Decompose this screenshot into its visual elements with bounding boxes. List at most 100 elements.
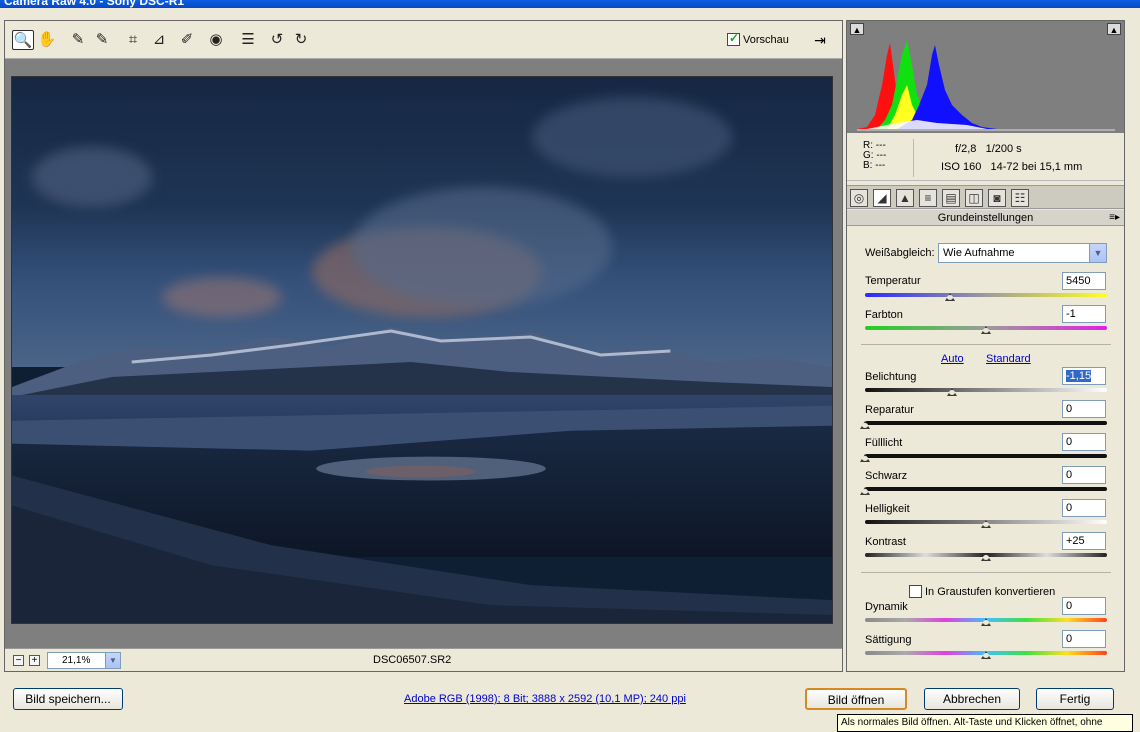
lens-info: ISO 160 14-72 bei 15,1 mm bbox=[941, 161, 1082, 173]
color-sampler-tool-icon[interactable]: ✎ bbox=[91, 30, 113, 50]
rgb-readout: R: --- G: --- B: --- bbox=[863, 141, 886, 171]
fill-light-value: 0 bbox=[1066, 436, 1073, 448]
temperature-value: 5450 bbox=[1066, 275, 1091, 287]
exposure-info: f/2,8 1/200 s bbox=[955, 143, 1022, 155]
fill-light-field[interactable]: 0 bbox=[1062, 433, 1106, 451]
temperature-field[interactable]: 5450 bbox=[1062, 272, 1106, 290]
panel-menu-icon[interactable]: ≡▸ bbox=[1109, 210, 1120, 226]
save-image-button[interactable]: Bild speichern... bbox=[13, 688, 123, 710]
preview-label: Vorschau bbox=[743, 33, 789, 46]
fill-light-slider-track[interactable] bbox=[865, 454, 1107, 458]
contrast-field[interactable]: +25 bbox=[1062, 532, 1106, 550]
done-button[interactable]: Fertig bbox=[1036, 688, 1114, 710]
straighten-tool-icon[interactable]: ⊿ bbox=[148, 30, 170, 50]
chevron-down-icon[interactable]: ▼ bbox=[105, 653, 120, 668]
crop-tool-icon[interactable]: ⌗ bbox=[122, 30, 144, 50]
tab-hsl-icon[interactable]: ≡ bbox=[919, 189, 937, 207]
contrast-slider-thumb[interactable] bbox=[981, 553, 991, 561]
preview-snowbank bbox=[12, 405, 832, 623]
tab-camera-calibration-icon[interactable]: ◙ bbox=[988, 189, 1006, 207]
auto-link[interactable]: Auto bbox=[941, 353, 964, 365]
tab-tone-curve-icon[interactable]: ◢ bbox=[873, 189, 891, 207]
panel-title: Grundeinstellungen ≡▸ bbox=[847, 210, 1124, 226]
tool-bar: 🔍 ✋ ✎ ✎ ⌗ ⊿ ✐ ◉ ☰ ↺ ↻ Vorschau ⇥ bbox=[5, 21, 842, 59]
brightness-slider-thumb[interactable] bbox=[981, 520, 991, 528]
rotate-left-icon[interactable]: ↺ bbox=[266, 30, 288, 50]
grayscale-checkbox[interactable]: In Graustufen konvertieren bbox=[909, 585, 1055, 598]
tab-detail-icon[interactable]: ▲ bbox=[896, 189, 914, 207]
aperture-value: f/2,8 bbox=[955, 143, 977, 155]
tint-field[interactable]: -1 bbox=[1062, 305, 1106, 323]
grayscale-checkbox-box[interactable] bbox=[909, 585, 922, 598]
blacks-slider-thumb[interactable] bbox=[860, 487, 870, 495]
preferences-icon[interactable]: ☰ bbox=[237, 30, 259, 50]
recovery-slider-thumb[interactable] bbox=[860, 421, 870, 429]
tooltip: Als normales Bild öffnen. Alt-Taste und … bbox=[837, 714, 1133, 732]
blacks-label: Schwarz bbox=[865, 470, 908, 482]
file-name: DSC06507.SR2 bbox=[373, 654, 452, 666]
zoom-out-button[interactable]: − bbox=[13, 655, 24, 666]
fill-light-slider-thumb[interactable] bbox=[860, 454, 870, 462]
workflow-options-link[interactable]: Adobe RGB (1998); 8 Bit; 3888 x 2592 (10… bbox=[404, 693, 686, 705]
retouch-tool-icon[interactable]: ✐ bbox=[176, 30, 198, 50]
white-balance-tool-icon[interactable]: ✎ bbox=[67, 30, 89, 50]
preview-status-bar: − + 21,1% ▼ DSC06507.SR2 bbox=[5, 648, 842, 671]
preview-pane: 🔍 ✋ ✎ ✎ ⌗ ⊿ ✐ ◉ ☰ ↺ ↻ Vorschau ⇥ bbox=[4, 20, 843, 672]
readout-divider bbox=[913, 139, 914, 177]
highlight-clipping-warning-icon[interactable]: ▲ bbox=[1107, 23, 1121, 35]
tab-basic-aperture-icon[interactable]: ◎ bbox=[850, 189, 868, 207]
chevron-down-icon[interactable]: ▼ bbox=[1089, 244, 1106, 262]
adjustments-pane: ▲ ▲ R: --- G: --- B: --- f/2,8 1/200 s I… bbox=[846, 20, 1125, 672]
tint-slider-thumb[interactable] bbox=[981, 326, 991, 334]
brightness-value: 0 bbox=[1066, 502, 1073, 514]
zoom-in-button[interactable]: + bbox=[29, 655, 40, 666]
open-image-button[interactable]: Bild öffnen bbox=[805, 688, 907, 710]
zoom-tool-icon[interactable]: 🔍 bbox=[12, 30, 34, 50]
fill-light-label: Fülllicht bbox=[865, 437, 903, 449]
vibrance-value: 0 bbox=[1066, 600, 1073, 612]
temperature-label: Temperatur bbox=[865, 275, 921, 287]
temperature-slider-thumb[interactable] bbox=[944, 293, 955, 301]
panel-tab-bar: ◎ ◢ ▲ ≡ ▤ ◫ ◙ ☷ bbox=[847, 185, 1124, 209]
recovery-value: 0 bbox=[1066, 403, 1073, 415]
image-preview[interactable] bbox=[11, 76, 833, 624]
shadow-clipping-warning-icon[interactable]: ▲ bbox=[850, 23, 864, 35]
cancel-button[interactable]: Abbrechen bbox=[924, 688, 1020, 710]
saturation-field[interactable]: 0 bbox=[1062, 630, 1106, 648]
section-divider bbox=[861, 572, 1111, 573]
contrast-value: +25 bbox=[1066, 535, 1085, 547]
fullscreen-toggle-icon[interactable]: ⇥ bbox=[810, 31, 830, 49]
hand-tool-icon[interactable]: ✋ bbox=[36, 30, 58, 50]
tab-presets-icon[interactable]: ☷ bbox=[1011, 189, 1029, 207]
saturation-slider-thumb[interactable] bbox=[981, 651, 991, 659]
exposure-slider-track[interactable] bbox=[865, 388, 1107, 392]
tint-label: Farbton bbox=[865, 309, 903, 321]
temperature-slider-track[interactable] bbox=[865, 293, 1107, 297]
basic-settings-panel: Weißabgleich: Wie Aufnahme ▼ Temperatur … bbox=[847, 227, 1124, 671]
vibrance-label: Dynamik bbox=[865, 601, 908, 613]
zoom-level-select[interactable]: 21,1% ▼ bbox=[47, 652, 121, 669]
zoom-level-value: 21,1% bbox=[62, 655, 91, 666]
grayscale-label: In Graustufen konvertieren bbox=[925, 585, 1056, 598]
brightness-field[interactable]: 0 bbox=[1062, 499, 1106, 517]
tab-split-toning-icon[interactable]: ▤ bbox=[942, 189, 960, 207]
tab-lens-corrections-icon[interactable]: ◫ bbox=[965, 189, 983, 207]
exposure-slider-thumb[interactable] bbox=[947, 388, 958, 396]
preview-checkbox[interactable]: Vorschau bbox=[727, 31, 789, 46]
vibrance-field[interactable]: 0 bbox=[1062, 597, 1106, 615]
recovery-field[interactable]: 0 bbox=[1062, 400, 1106, 418]
preview-checkbox-box[interactable] bbox=[727, 31, 740, 46]
vibrance-slider-thumb[interactable] bbox=[981, 618, 991, 626]
saturation-value: 0 bbox=[1066, 633, 1073, 645]
exposure-field[interactable]: -1,15 bbox=[1062, 367, 1106, 385]
red-eye-tool-icon[interactable]: ◉ bbox=[205, 30, 227, 50]
white-balance-select[interactable]: Wie Aufnahme ▼ bbox=[938, 243, 1107, 263]
standard-link[interactable]: Standard bbox=[986, 353, 1031, 365]
contrast-label: Kontrast bbox=[865, 536, 906, 548]
rotate-right-icon[interactable]: ↻ bbox=[290, 30, 312, 50]
tint-value: -1 bbox=[1066, 308, 1076, 320]
shutter-value: 1/200 s bbox=[985, 143, 1022, 155]
blacks-slider-track[interactable] bbox=[865, 487, 1107, 491]
blacks-field[interactable]: 0 bbox=[1062, 466, 1106, 484]
recovery-slider-track[interactable] bbox=[865, 421, 1107, 425]
